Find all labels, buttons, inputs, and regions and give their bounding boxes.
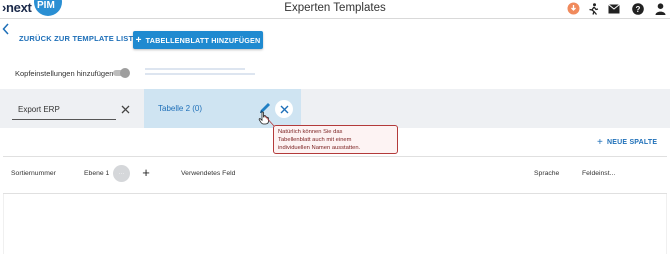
- tooltip-line: individuellen Namen ausstatten.: [278, 145, 361, 151]
- new-column-label: NEUE SPALTE: [607, 139, 658, 146]
- add-sheet-button[interactable]: + TABELLENBLATT HINZUFÜGEN: [133, 31, 263, 49]
- mail-icon[interactable]: [607, 2, 620, 15]
- back-to-template-list-button[interactable]: ZURÜCK ZUR TEMPLATE LISTE: [13, 34, 138, 48]
- column-header-sort: Sortiernummer: [11, 170, 56, 177]
- column-header-level: Ebene 1: [84, 170, 110, 177]
- faded-overlay-graphic: [145, 67, 255, 77]
- column-header-language: Sprache: [534, 170, 560, 177]
- new-column-button[interactable]: + NEUE SPALTE: [597, 137, 657, 148]
- header-settings-label: Kopfeinstellungen hinzufügen: [15, 69, 114, 78]
- svg-text:?: ?: [635, 5, 640, 14]
- table-body: [3, 194, 667, 254]
- level-more-icon[interactable]: ···: [113, 165, 130, 182]
- sheet-name: Tabelle 2 (0): [158, 104, 203, 113]
- tooltip-line: Tabellenblatt auch mit einem: [278, 137, 352, 143]
- annotation-tooltip: Natürlich können Sie das Tabellenblatt a…: [273, 125, 398, 154]
- close-sheet-icon[interactable]: [275, 100, 293, 118]
- back-chevron-icon[interactable]: [2, 22, 10, 40]
- add-sheet-label: TABELLENBLATT HINZUFÜGEN: [145, 35, 261, 45]
- user-icon[interactable]: [654, 2, 667, 15]
- app-header: ›next PIM Experten Templates ?: [0, 0, 670, 19]
- close-sheet-icon[interactable]: [117, 101, 133, 117]
- add-level-icon[interactable]: +: [139, 165, 153, 181]
- help-icon[interactable]: ?: [631, 2, 644, 15]
- plus-icon: +: [597, 137, 604, 148]
- plus-icon: +: [135, 34, 142, 46]
- toggle-knob: [120, 68, 130, 78]
- tooltip-line: Natürlich können Sie das: [278, 129, 343, 135]
- column-header-field-settings: Feldeinst...: [582, 170, 616, 177]
- notification-icon[interactable]: [567, 2, 580, 15]
- run-icon[interactable]: [587, 2, 600, 15]
- sheet-name: Export ERP: [18, 105, 60, 114]
- column-header-field: Verwendetes Feld: [181, 170, 236, 177]
- sheet-tab-export-erp[interactable]: Export ERP: [12, 98, 116, 120]
